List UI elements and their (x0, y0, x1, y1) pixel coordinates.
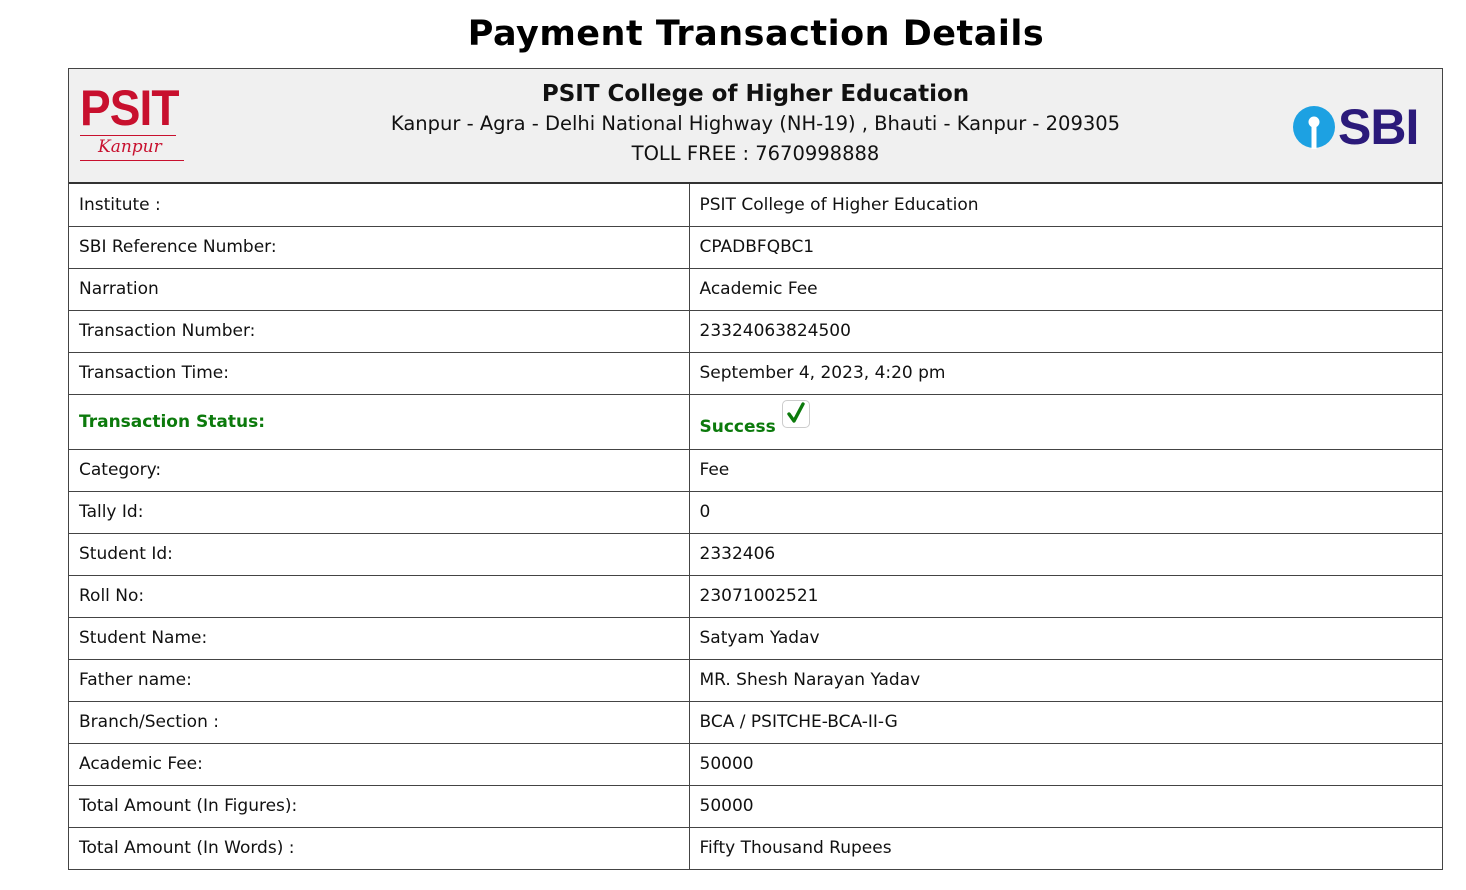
student-id-label: Student Id: (69, 533, 690, 576)
student-name-label: Student Name: (69, 617, 690, 660)
academic-fee-value: 50000 (689, 743, 1442, 786)
branch-section-label: Branch/Section : (69, 701, 690, 744)
sbi-keyhole-icon (1293, 106, 1335, 149)
total-words-value: Fifty Thousand Rupees (699, 838, 892, 859)
transaction-time-value: September 4, 2023, 4:20 pm (689, 352, 1442, 395)
category-label: Category: (69, 449, 690, 492)
narration-value: Academic Fee (689, 268, 1442, 311)
sbi-reference-label: SBI Reference Number: (69, 226, 690, 269)
check-icon (781, 400, 810, 428)
total-words-label: Total Amount (In Words) : (69, 827, 690, 869)
payment-receipt: PSIT Kanpur PSIT College of Higher Educa… (68, 68, 1443, 870)
sbi-logo: SBI (1292, 99, 1422, 155)
institution-address: Kanpur - Agra - Delhi National Highway (… (390, 112, 1121, 135)
institution-name: PSIT College of Higher Education (541, 81, 970, 107)
academic-fee-label: Academic Fee: (69, 743, 690, 786)
student-name-value: Satyam Yadav (689, 617, 1442, 660)
table-row: Transaction Time: September 4, 2023, 4:2… (69, 352, 1442, 395)
institution-info: PSIT College of Higher Education Kanpur … (69, 79, 1442, 169)
student-id-value: 2332406 (689, 533, 1442, 576)
institute-value: PSIT College of Higher Education (689, 184, 1442, 227)
table-row: Roll No: 23071002521 (69, 575, 1442, 618)
page-title: Payment Transaction Details (467, 14, 1045, 54)
narration-label: Narration (69, 268, 690, 311)
transaction-number-label: Transaction Number: (69, 310, 690, 353)
table-row: Branch/Section : BCA / PSITCHE-BCA-II-G (69, 701, 1442, 744)
tally-id-label: Tally Id: (69, 491, 690, 534)
father-name-value: MR. Shesh Narayan Yadav (689, 659, 1442, 702)
tally-id-value: 0 (689, 491, 1442, 534)
institute-label: Institute : (69, 184, 690, 227)
table-row: Narration Academic Fee (69, 268, 1442, 311)
table-row: SBI Reference Number: CPADBFQBC1 (69, 226, 1442, 269)
table-row: Academic Fee: 50000 (69, 743, 1442, 786)
total-figures-value: 50000 (689, 785, 1442, 828)
roll-no-label: Roll No: (69, 575, 690, 618)
branch-section-value: BCA / PSITCHE-BCA-II-G (689, 701, 1442, 744)
transaction-details-table: Institute : PSIT College of Higher Educa… (69, 184, 1442, 869)
table-row: Tally Id: 0 (69, 491, 1442, 534)
table-row: Institute : PSIT College of Higher Educa… (69, 184, 1442, 227)
receipt-header: PSIT Kanpur PSIT College of Higher Educa… (69, 69, 1442, 184)
table-row: Transaction Status: Success (69, 394, 1442, 450)
table-row: Transaction Number: 23324063824500 (69, 310, 1442, 353)
table-row: Total Amount (In Figures): 50000 (69, 785, 1442, 828)
sbi-reference-value: CPADBFQBC1 (689, 226, 1442, 269)
transaction-status-value: Success (699, 417, 776, 437)
sbi-logo-word: SBI (1338, 99, 1419, 155)
category-value: Fee (689, 449, 1442, 492)
transaction-status-label: Transaction Status: (69, 394, 690, 450)
table-row: Father name: MR. Shesh Narayan Yadav (69, 659, 1442, 702)
table-row: Student Name: Satyam Yadav (69, 617, 1442, 660)
toll-free-number: TOLL FREE : 7670998888 (631, 142, 880, 165)
father-name-label: Father name: (69, 659, 690, 702)
table-row: Category: Fee (69, 449, 1442, 492)
total-figures-label: Total Amount (In Figures): (69, 785, 690, 828)
table-row: Total Amount (In Words) : Fifty Thousand… (69, 827, 1442, 869)
table-row: Student Id: 2332406 (69, 533, 1442, 576)
transaction-status-cell: Success (689, 394, 1442, 450)
transaction-number-value: 23324063824500 (689, 310, 1442, 353)
transaction-time-label: Transaction Time: (69, 352, 690, 395)
roll-no-value: 23071002521 (689, 575, 1442, 618)
